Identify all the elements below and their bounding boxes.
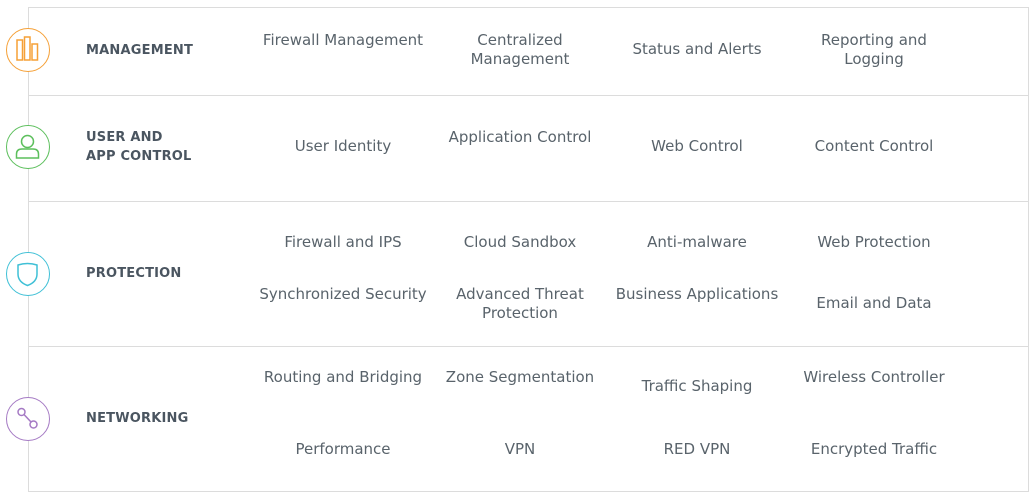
category-user-app-control-label: USER AND APP CONTROL [86, 128, 192, 166]
category-management-label: MANAGEMENT [86, 43, 194, 58]
feature-vpn: VPN [504, 440, 536, 458]
feature-centralized-management: Centralized Management [470, 31, 570, 68]
feature-encrypted-traffic: Encrypted Traffic [810, 440, 938, 458]
row-divider [28, 201, 1029, 202]
category-networking-label: NETWORKING [86, 411, 189, 426]
feature-content-control: Content Control [814, 137, 934, 155]
feature-business-applications: Business Applications [615, 285, 779, 303]
feature-user-identity: User Identity [294, 137, 392, 155]
feature-status-and-alerts: Status and Alerts [632, 40, 762, 58]
feature-zone-segmentation: Zone Segmentation [445, 368, 595, 386]
category-protection-label: PROTECTION [86, 266, 182, 281]
feature-reporting-and-logging: Reporting and Logging [821, 31, 927, 68]
feature-anti-malware: Anti-malware [647, 233, 747, 251]
feature-performance: Performance [295, 440, 391, 458]
feature-firewall-and-ips: Firewall and IPS [284, 233, 402, 251]
feature-routing-and-bridging: Routing and Bridging [263, 368, 423, 386]
feature-web-protection: Web Protection [817, 233, 931, 251]
feature-red-vpn: RED VPN [663, 440, 731, 458]
feature-synchronized-security: Synchronized Security [259, 285, 427, 303]
feature-application-control: Application Control [448, 128, 592, 146]
user-icon [6, 125, 50, 169]
feature-email-and-data: Email and Data [816, 294, 932, 312]
category-label-line: USER AND [86, 130, 163, 145]
row-divider [28, 95, 1029, 96]
category-label-line: APP CONTROL [86, 149, 192, 164]
feature-web-control: Web Control [651, 137, 743, 155]
feature-advanced-threat-protection: Advanced Threat Protection [456, 285, 584, 322]
feature-firewall-management: Firewall Management [262, 31, 424, 49]
feature-traffic-shaping: Traffic Shaping [641, 377, 753, 395]
feature-wireless-controller: Wireless Controller [803, 368, 945, 386]
network-nodes-icon [6, 397, 50, 441]
feature-cloud-sandbox: Cloud Sandbox [463, 233, 577, 251]
shield-icon [6, 252, 50, 296]
bar-chart-icon [6, 28, 50, 72]
row-divider [28, 346, 1029, 347]
